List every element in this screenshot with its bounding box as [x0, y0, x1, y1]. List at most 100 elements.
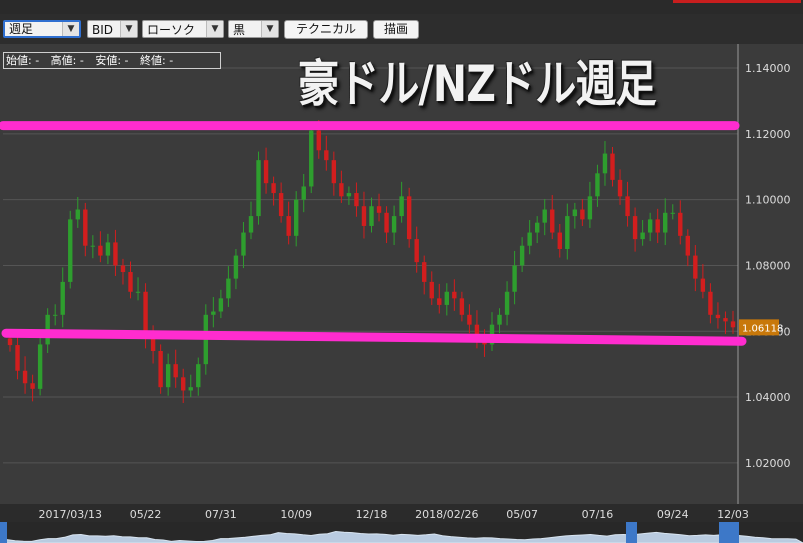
candle-body — [587, 196, 593, 220]
candle-body — [165, 364, 171, 388]
navigator-right-handle[interactable] — [719, 522, 739, 543]
candle-body — [30, 383, 35, 389]
candle-body — [452, 291, 457, 299]
candle-body — [384, 212, 389, 233]
candle-body — [226, 278, 231, 299]
candle-body — [700, 278, 706, 292]
candle-body — [565, 216, 570, 249]
y-tick-label: 1.08000 — [745, 259, 791, 272]
open-label: 始値: - — [6, 54, 40, 67]
candle-body — [241, 232, 246, 256]
navigator-canvas — [0, 522, 803, 543]
candle-body — [52, 314, 58, 316]
candle-body — [98, 245, 103, 256]
candle-body — [534, 222, 540, 233]
candle-body — [233, 255, 239, 279]
close-label: 終値: - — [140, 54, 174, 67]
candle-body — [723, 318, 728, 322]
high-label: 高値: - — [50, 54, 84, 67]
candle-body — [361, 206, 367, 226]
x-axis-bar — [0, 504, 803, 522]
candle-body — [68, 219, 73, 282]
candle-body — [173, 364, 178, 378]
y-tick-label: 1.12000 — [745, 128, 791, 141]
candle-body — [158, 350, 163, 388]
candle-body — [248, 216, 254, 233]
candle-body — [391, 216, 397, 233]
candle-body — [670, 212, 675, 214]
candle-body — [542, 209, 547, 223]
navigator-area — [0, 530, 803, 543]
candle-body — [617, 179, 623, 197]
candle-body — [7, 338, 13, 346]
candle-body — [429, 281, 434, 299]
candle-body — [128, 272, 133, 292]
y-tick-label: 1.10000 — [745, 194, 791, 207]
candle-body — [105, 242, 111, 256]
candle-body — [369, 206, 374, 226]
candle-body — [376, 206, 382, 213]
candle-body — [602, 153, 608, 174]
candle-body — [625, 196, 630, 217]
range-navigator[interactable] — [0, 522, 803, 543]
candle-body — [708, 291, 713, 315]
last-price-label: 1.06118 — [742, 323, 783, 334]
candle-body — [135, 291, 141, 293]
y-tick-label: 1.04000 — [745, 391, 791, 404]
candle-body — [422, 262, 427, 282]
candle-body — [399, 196, 404, 217]
candle-body — [572, 209, 578, 217]
candle-body — [90, 245, 96, 247]
candle-body — [580, 209, 585, 220]
candle-body — [15, 345, 20, 371]
candle-body — [324, 150, 329, 161]
candle-body — [316, 130, 321, 151]
y-tick-label: 1.14000 — [745, 62, 791, 75]
low-label: 安値: - — [95, 54, 129, 67]
candle-body — [150, 337, 156, 351]
candle-body — [647, 219, 653, 233]
candle-body — [663, 212, 668, 233]
overlay-title: 豪ドル/NZドル週足 — [298, 55, 657, 113]
candle-body — [519, 245, 525, 266]
candle-body — [414, 239, 419, 263]
candle-body — [181, 377, 186, 391]
candle-body — [218, 298, 224, 312]
candle-body — [693, 255, 698, 279]
candle-body — [60, 281, 65, 315]
candle-body — [211, 311, 216, 315]
navigator-left-handle[interactable] — [0, 522, 7, 543]
candle-body — [309, 130, 314, 187]
candle-body — [632, 216, 638, 240]
ohlc-readout: 始値: - 高値: - 安値: - 終値: - — [3, 52, 221, 69]
candle-body — [286, 216, 291, 236]
candle-body — [512, 265, 517, 292]
candle-body — [278, 193, 284, 217]
candle-body — [685, 235, 691, 256]
candle-body — [354, 193, 359, 207]
candle-body — [595, 173, 600, 197]
candle-body — [196, 364, 201, 388]
candle-body — [610, 153, 615, 180]
candle-body — [256, 160, 261, 217]
navigator-mid-handle[interactable] — [626, 522, 637, 543]
candle-body — [113, 242, 118, 266]
candle-body — [346, 193, 352, 197]
candle-body — [271, 183, 276, 194]
candle-body — [655, 219, 660, 233]
candle-body — [550, 209, 555, 233]
candle-body — [437, 298, 442, 305]
candles — [7, 120, 736, 403]
candle-body — [331, 160, 337, 184]
support-line[interactable] — [1, 328, 747, 346]
candle-body — [188, 387, 193, 391]
horizontal-lines[interactable] — [0, 121, 747, 346]
candle-body — [444, 291, 450, 305]
candle-body — [715, 314, 721, 319]
candle-body — [459, 298, 465, 315]
candle-body — [557, 232, 562, 249]
candle-body — [339, 183, 344, 197]
candle-body — [504, 291, 510, 315]
candle-body — [467, 314, 472, 325]
last-price-tag: 1.06118 — [739, 319, 783, 336]
